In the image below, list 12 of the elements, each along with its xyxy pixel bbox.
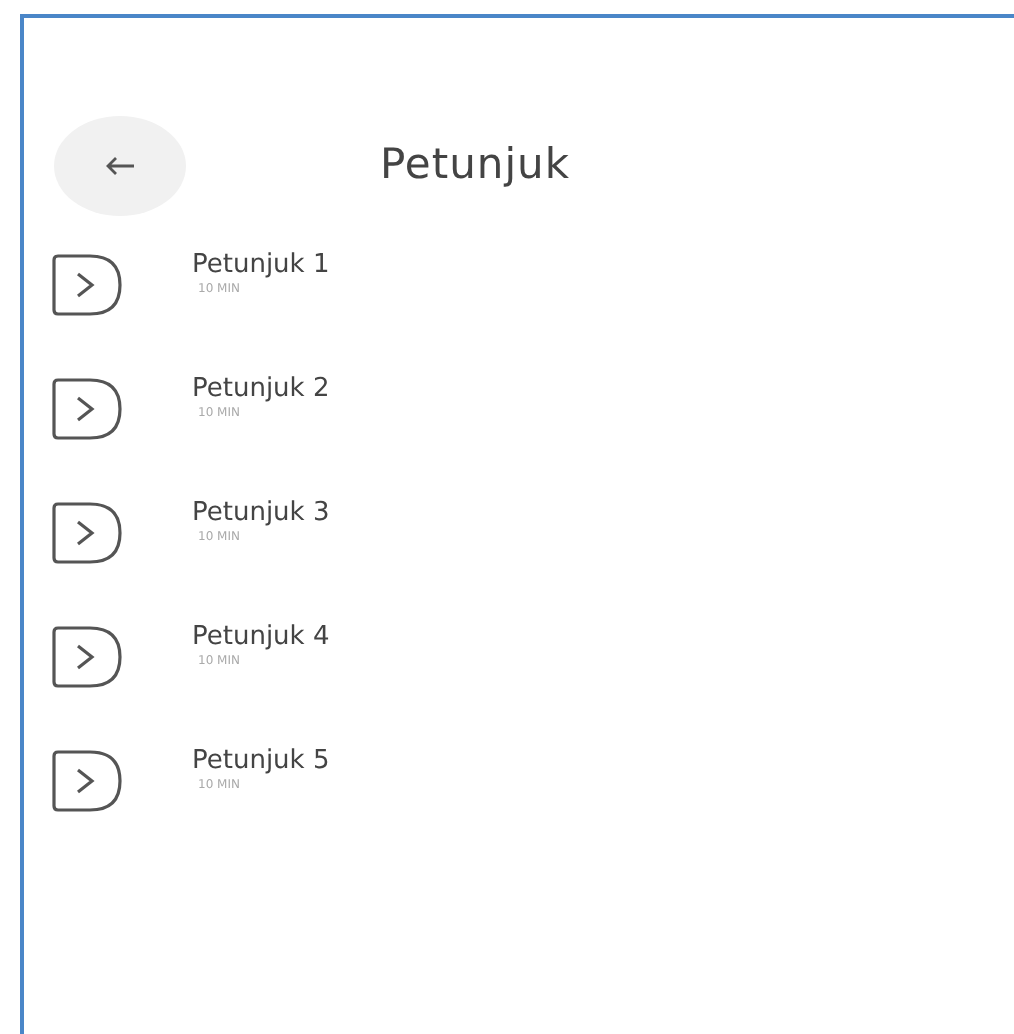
item-title: Petunjuk 3 (192, 498, 330, 531)
play-icon[interactable] (50, 502, 124, 564)
page-title: Petunjuk (380, 137, 570, 192)
play-icon[interactable] (50, 254, 124, 316)
item-title: Petunjuk 5 (192, 746, 330, 779)
item-title: Petunjuk 1 (192, 250, 330, 283)
item-title: Petunjuk 4 (192, 622, 330, 655)
play-icon[interactable] (50, 378, 124, 440)
play-icon[interactable] (50, 750, 124, 812)
play-icon[interactable] (50, 626, 124, 688)
item-title: Petunjuk 2 (192, 374, 330, 407)
back-icon (104, 155, 136, 175)
